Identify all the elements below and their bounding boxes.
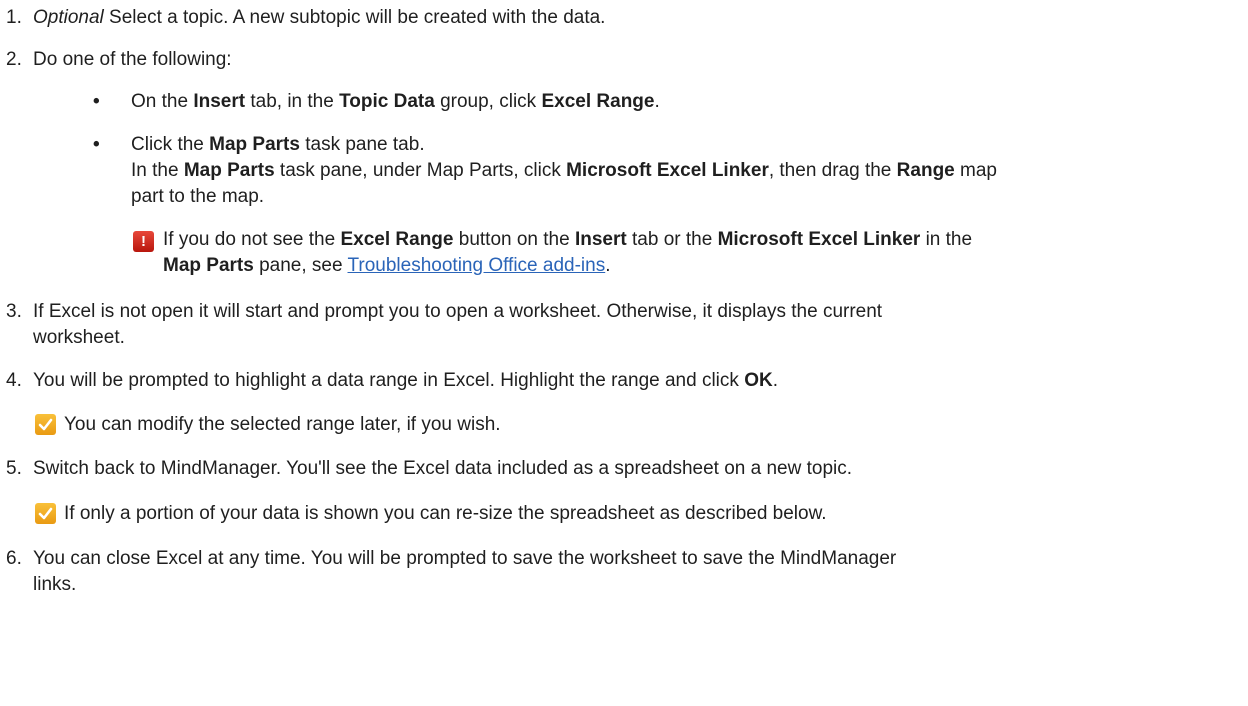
bold-excel-range: Excel Range xyxy=(541,91,655,112)
bullet-dot: • xyxy=(93,91,100,112)
troubleshooting-link[interactable]: Troubleshooting Office add-ins xyxy=(348,255,606,276)
step-number: 4. xyxy=(6,370,22,391)
warning-icon: ! xyxy=(133,231,154,252)
step-number: 2. xyxy=(6,49,22,70)
step-text: Select a topic. A new subtopic will be c… xyxy=(103,7,606,28)
bold-ok: OK xyxy=(744,370,773,391)
optional-label: Optional xyxy=(33,7,104,28)
step-number: 5. xyxy=(6,458,22,479)
step-number: 3. xyxy=(6,301,22,322)
step-number: 6. xyxy=(6,548,22,569)
bold-insert: Insert xyxy=(193,91,246,112)
checkmark-icon xyxy=(35,503,56,524)
help-document: 1. Optional Select a topic. A new subtop… xyxy=(0,0,1248,706)
bullet-dot: • xyxy=(93,134,100,155)
step-number: 1. xyxy=(6,7,22,28)
checkmark-icon xyxy=(35,414,56,435)
step-text: Do one of the following: xyxy=(33,49,232,70)
bold-topic-data: Topic Data xyxy=(339,91,435,112)
